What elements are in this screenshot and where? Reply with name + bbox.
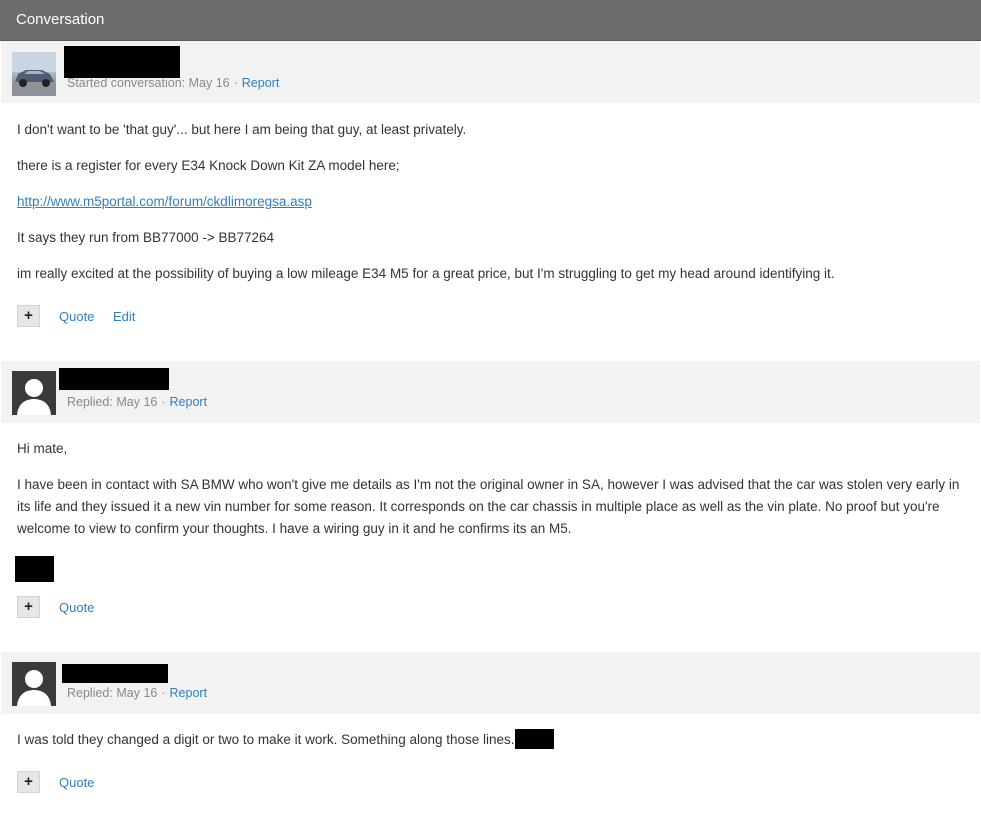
plus-icon-button[interactable]: + (17, 305, 40, 327)
default-user-avatar-icon[interactable] (12, 371, 56, 415)
post-paragraph: It says they run from BB77000 -> BB77264 (17, 230, 275, 245)
post-paragraph: im really excited at the possibility of … (17, 266, 835, 281)
post-header: Replied: May 16 · Report (1, 361, 980, 423)
post-meta: Replied: May 16 · Report (67, 395, 207, 409)
redacted-username (62, 664, 168, 683)
quote-button[interactable]: Quote (59, 309, 94, 324)
report-link[interactable]: Report (170, 395, 208, 409)
post-meta: Started conversation: May 16 · Report (67, 76, 279, 90)
meta-label: Replied: (67, 395, 113, 409)
post-text: I was told they changed a digit or two t… (17, 732, 515, 747)
redacted-inline (514, 729, 554, 749)
post-date: May 16 (116, 395, 158, 409)
redacted-username (64, 46, 180, 78)
conversation-title: Conversation (16, 11, 105, 28)
external-link[interactable]: http://www.m5portal.com/forum/ckdlimoreg… (17, 194, 312, 209)
post-date: May 16 (188, 76, 230, 90)
post-date: May 16 (116, 686, 158, 700)
plus-icon-button[interactable]: + (17, 771, 40, 793)
quote-button[interactable]: Quote (59, 600, 94, 615)
meta-separator: · (161, 686, 166, 700)
meta-label: Started conversation: (67, 76, 186, 90)
default-user-avatar-icon[interactable] (12, 662, 56, 706)
report-link[interactable]: Report (242, 76, 280, 90)
post-body: Hi mate, I have been in contact with SA … (17, 438, 967, 554)
plus-icon-button[interactable]: + (17, 596, 40, 618)
redacted-image (15, 556, 54, 582)
post-paragraph: Hi mate, (17, 441, 68, 456)
meta-label: Replied: (67, 686, 113, 700)
post-header: Replied: May 16 · Report (1, 652, 980, 714)
post-paragraph: there is a register for every E34 Knock … (17, 158, 400, 173)
post-body: I don't want to be 'that guy'... but her… (17, 119, 967, 299)
user-silhouette-icon (12, 662, 56, 706)
post-body: I was told they changed a digit or two t… (17, 729, 967, 765)
edit-button[interactable]: Edit (113, 309, 135, 324)
post-meta: Replied: May 16 · Report (67, 686, 207, 700)
conversation-title-bar: Conversation (0, 0, 981, 41)
post-paragraph: I don't want to be 'that guy'... but her… (17, 122, 467, 137)
user-avatar-car-icon[interactable] (12, 52, 56, 96)
post-paragraph: I was told they changed a digit or two t… (17, 729, 967, 751)
user-silhouette-icon (12, 371, 56, 415)
post-header: Started conversation: May 16 · Report (1, 41, 980, 103)
car-photo-icon (12, 52, 56, 96)
meta-separator: · (161, 395, 166, 409)
report-link[interactable]: Report (170, 686, 208, 700)
quote-button[interactable]: Quote (59, 775, 94, 790)
redacted-username (59, 368, 169, 390)
post-paragraph: I have been in contact with SA BMW who w… (17, 477, 960, 536)
meta-separator: · (233, 76, 238, 90)
